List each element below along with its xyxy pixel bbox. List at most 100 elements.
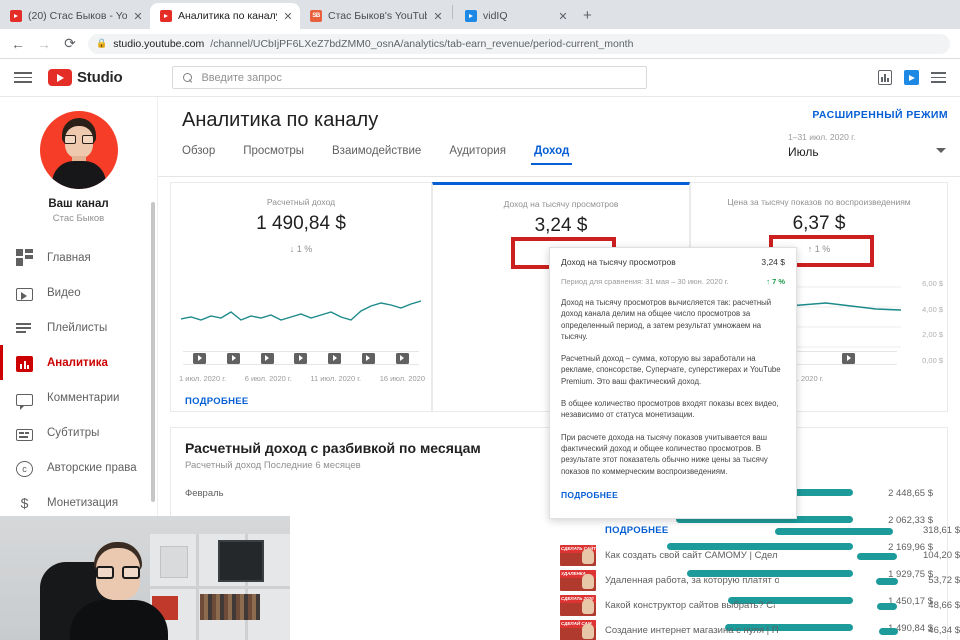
- sidebar-item-videos[interactable]: Видео: [0, 275, 157, 310]
- browser-tab-3[interactable]: SB Стас Быков's YouTube Stats (Su ✕: [300, 3, 450, 29]
- video-icon: [16, 288, 33, 301]
- bar-track: [786, 545, 897, 566]
- more-link[interactable]: ПОДРОБНЕЕ: [605, 525, 764, 536]
- revenue-line: [181, 279, 421, 351]
- tooltip-metric-row: Доход на тысячу просмотров 3,24 $: [561, 257, 785, 267]
- list-item[interactable]: СДЕЛАТЬ САЙТ Как создать свой сайт САМОМ…: [560, 543, 960, 568]
- metric-card-estimated-revenue[interactable]: Расчетный доход 1 490,84 $ ↓ 1 %: [170, 182, 432, 412]
- metric-label: Цена за тысячу показов по воспроизведени…: [691, 197, 947, 207]
- youtube-icon: [48, 69, 72, 86]
- tab-divider: [452, 5, 453, 19]
- tooltip-compare-row: Период для сравнения: 31 мая – 30 июн. 2…: [561, 277, 785, 286]
- list-item[interactable]: СДЕЛАТЬ 2020 Какой конструктор сайтов вы…: [560, 593, 960, 618]
- bar-track: [784, 595, 897, 616]
- browser-toolbar: ← → ⟳ 🔒 studio.youtube.com/channel/UCbIj…: [0, 29, 960, 59]
- tooltip-more-link[interactable]: ПОДРОБНЕЕ: [561, 490, 785, 500]
- subtitles-icon: [16, 429, 33, 441]
- bar-value: 46,34 $: [907, 625, 960, 636]
- search-placeholder: Введите запрос: [201, 72, 281, 84]
- hamburger-icon[interactable]: [14, 72, 32, 83]
- sidebar-item-label: Главная: [47, 252, 91, 264]
- menu-icon[interactable]: [931, 72, 946, 82]
- analytics-icon[interactable]: [878, 70, 892, 85]
- studio-logo-text: Studio: [77, 69, 122, 86]
- list-item[interactable]: УДАЛЕНКА Удаленная работа, за которую пл…: [560, 568, 960, 593]
- close-icon[interactable]: ✕: [558, 10, 568, 23]
- play-icon[interactable]: [328, 353, 341, 364]
- date-range-sub: 1–31 июл. 2020 г.: [788, 132, 948, 142]
- channel-owner: Стас Быков: [53, 213, 104, 224]
- browser-tabstrip: (20) Стас Быков - YouTube ✕ Аналитика по…: [0, 0, 960, 29]
- play-icon[interactable]: [227, 353, 240, 364]
- date-range-selector[interactable]: 1–31 июл. 2020 г. Июль: [788, 132, 948, 159]
- browser-tab-2[interactable]: Аналитика по каналу - YouTub ✕: [150, 3, 300, 29]
- reload-icon[interactable]: ⟳: [62, 35, 78, 52]
- list-item[interactable]: СДЕЛАЙ САМ Создание интернет магазина с …: [560, 618, 960, 640]
- tab-engagement[interactable]: Взаимодействие: [332, 145, 421, 165]
- advanced-mode-link[interactable]: РАСШИРЕННЫЙ РЕЖИМ: [812, 109, 948, 121]
- tab-views[interactable]: Просмотры: [243, 145, 304, 165]
- address-bar[interactable]: 🔒 studio.youtube.com/channel/UCbIjPF6LXe…: [88, 34, 950, 54]
- play-icon[interactable]: [842, 353, 855, 364]
- play-icon[interactable]: [193, 353, 206, 364]
- metric-value: 3,24 $: [433, 215, 689, 237]
- video-markers-row: [183, 351, 419, 365]
- new-tab-button[interactable]: +: [583, 7, 592, 24]
- browser-tab-1[interactable]: (20) Стас Быков - YouTube ✕: [0, 3, 150, 29]
- app-root: (20) Стас Быков - YouTube ✕ Аналитика по…: [0, 0, 960, 640]
- video-title: Удаленная работа, за которую платят от .…: [605, 575, 779, 586]
- play-icon[interactable]: [362, 353, 375, 364]
- sidebar-item-label: Комментарии: [47, 392, 119, 404]
- tab-audience[interactable]: Аудитория: [449, 145, 506, 165]
- sidebar-scrollbar[interactable]: [151, 202, 155, 502]
- sidebar-item-playlists[interactable]: Плейлисты: [0, 310, 157, 345]
- panel-title: Расчетный доход с разбивкой по месяцам: [185, 440, 481, 456]
- sidebar-item-home[interactable]: Главная: [0, 240, 157, 275]
- x-tick: 11 июл. 2020 г.: [310, 374, 361, 383]
- tooltip-metric-value: 3,24 $: [761, 257, 785, 267]
- bar-value: 2 448,65 $: [853, 488, 933, 499]
- y-tick: 2,00 $: [907, 330, 943, 339]
- close-icon[interactable]: ✕: [133, 10, 143, 23]
- card-more-link[interactable]: ПОДРОБНЕЕ: [185, 396, 249, 407]
- x-tick: 1 июл. 2020 г.: [179, 374, 226, 383]
- chevron-down-icon[interactable]: [936, 148, 946, 153]
- list-item-total[interactable]: ПОДРОБНЕЕ 318,61 $: [560, 518, 960, 543]
- bar-value: 48,66 $: [906, 600, 960, 611]
- tooltip-compare-label: Период для сравнения: 31 мая – 30 июн. 2…: [561, 277, 729, 286]
- x-tick: 16 июл. 2020: [380, 374, 425, 383]
- bar-track: [788, 620, 898, 640]
- close-icon[interactable]: ✕: [433, 10, 443, 23]
- forward-icon[interactable]: →: [36, 36, 52, 52]
- play-icon[interactable]: [396, 353, 409, 364]
- tab-overview[interactable]: Обзор: [182, 145, 215, 165]
- back-icon[interactable]: ←: [10, 36, 26, 52]
- sidebar-item-monetization[interactable]: $ Монетизация: [0, 485, 157, 520]
- play-icon[interactable]: [294, 353, 307, 364]
- analytics-tabs: Обзор Просмотры Взаимодействие Аудитория…: [182, 145, 569, 165]
- vidiq-icon[interactable]: [904, 70, 919, 85]
- sidebar-item-analytics[interactable]: Аналитика: [0, 345, 157, 380]
- socialblade-icon: SB: [310, 10, 322, 22]
- video-thumbnail: УДАЛЕНКА: [560, 570, 596, 591]
- close-icon[interactable]: ✕: [283, 10, 293, 23]
- channel-name: Ваш канал: [48, 198, 108, 210]
- sparkline-chart: 1 июл. 2020 г. 6 июл. 2020 г. 11 июл. 20…: [171, 279, 431, 389]
- metric-tooltip: Доход на тысячу просмотров 3,24 $ Период…: [549, 247, 797, 519]
- copyright-icon: c: [16, 461, 33, 477]
- sidebar-item-subtitles[interactable]: Субтитры: [0, 415, 157, 450]
- vidiq-icon: [465, 10, 477, 22]
- video-title: Как создать свой сайт САМОМУ | Сдела...: [605, 550, 777, 561]
- metric-value: 6,37 $: [691, 213, 947, 235]
- sidebar-item-copyright[interactable]: c Авторские права: [0, 450, 157, 485]
- webcam-overlay: [0, 516, 290, 640]
- search-input[interactable]: Введите запрос: [172, 66, 647, 89]
- search-icon: [183, 73, 193, 83]
- studio-logo[interactable]: Studio: [48, 69, 122, 86]
- channel-block[interactable]: Ваш канал Стас Быков: [0, 105, 157, 234]
- play-icon[interactable]: [261, 353, 274, 364]
- sidebar-item-comments[interactable]: Комментарии: [0, 380, 157, 415]
- y-tick: 0,00 $: [907, 356, 943, 365]
- browser-tab-4[interactable]: vidIQ ✕: [455, 3, 575, 29]
- tab-revenue[interactable]: Доход: [534, 145, 569, 165]
